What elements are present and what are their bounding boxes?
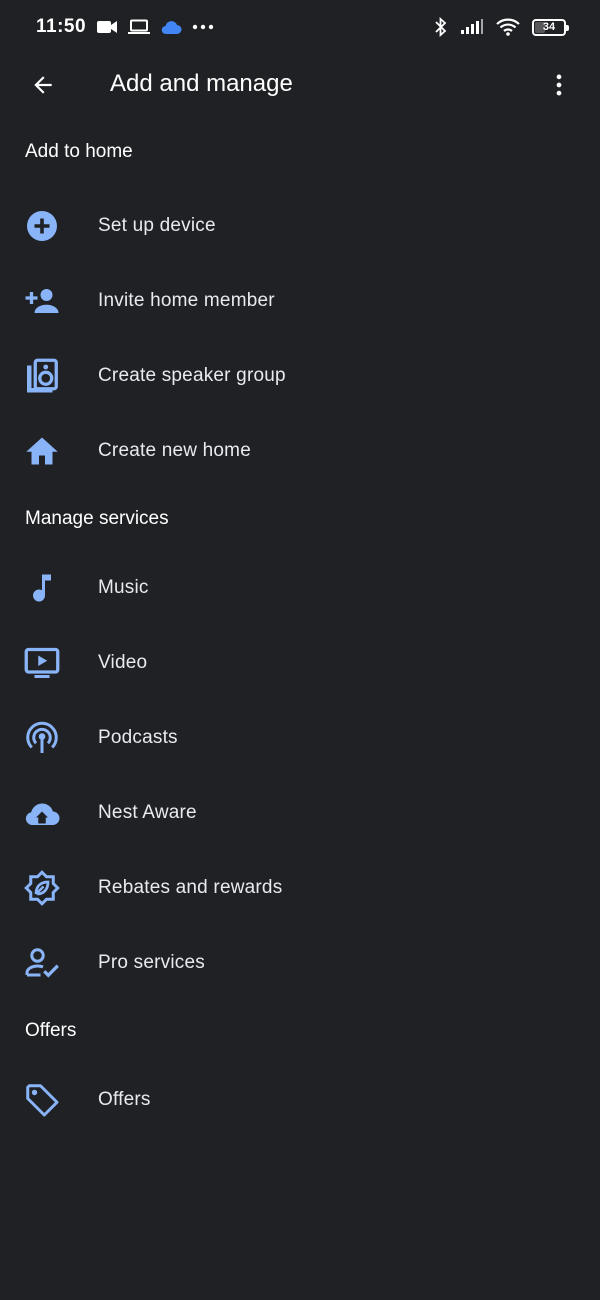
- podcast-icon: [0, 720, 98, 756]
- list-item-set-up-device[interactable]: Set up device: [0, 188, 600, 263]
- section-header-add-to-home: Add to home: [25, 141, 133, 162]
- list-item-label: Pro services: [98, 951, 205, 973]
- list-item-podcasts[interactable]: Podcasts: [0, 700, 600, 775]
- list-item-rebates-and-rewards[interactable]: Rebates and rewards: [0, 850, 600, 925]
- status-bar-right: 34: [422, 17, 569, 37]
- page-title: Add and manage: [110, 70, 293, 97]
- add-circle-icon: [0, 208, 98, 244]
- list-item-offers[interactable]: Offers: [0, 1062, 600, 1137]
- status-bar-left: 11:50: [36, 16, 224, 38]
- signal-icon: [460, 19, 484, 35]
- bluetooth-icon: [434, 17, 448, 37]
- battery-level: 34: [542, 21, 556, 33]
- list-item-label: Rebates and rewards: [98, 876, 283, 898]
- list-item-label: Offers: [98, 1088, 151, 1110]
- person-check-icon: [0, 945, 98, 981]
- section-header-manage-services: Manage services: [25, 508, 169, 529]
- more-dots-icon: [192, 24, 214, 30]
- more-options-button[interactable]: [538, 64, 580, 106]
- list-item-label: Nest Aware: [98, 801, 197, 823]
- wifi-icon: [496, 18, 520, 36]
- list-item-video[interactable]: Video: [0, 625, 600, 700]
- status-time: 11:50: [36, 16, 87, 37]
- list-item-label: Create speaker group: [98, 364, 286, 386]
- video-play-icon: [0, 645, 98, 681]
- tag-icon: [0, 1082, 98, 1118]
- list-item-nest-aware[interactable]: Nest Aware: [0, 775, 600, 850]
- main-content: Add to home Set up device Invite home me…: [0, 116, 600, 1137]
- section-header-offers: Offers: [25, 1020, 77, 1041]
- list-item-label: Set up device: [98, 214, 216, 236]
- video-camera-icon: [96, 19, 118, 35]
- arrow-back-icon: [34, 76, 52, 94]
- eco-badge-icon: [0, 869, 98, 906]
- list-item-label: Create new home: [98, 439, 251, 461]
- cloud-home-icon: [0, 795, 98, 831]
- list-item-create-speaker-group[interactable]: Create speaker group: [0, 338, 600, 413]
- list-item-label: Invite home member: [98, 289, 275, 311]
- list-item-music[interactable]: Music: [0, 550, 600, 625]
- back-button[interactable]: [22, 64, 64, 106]
- more-vert-icon: [556, 74, 562, 96]
- laptop-icon: [128, 19, 151, 35]
- music-note-icon: [0, 570, 98, 606]
- status-bar: 11:50 34: [0, 0, 600, 54]
- app-bar: Add and manage: [0, 54, 600, 116]
- person-add-icon: [0, 283, 98, 319]
- list-item-label: Music: [98, 576, 149, 598]
- list-item-label: Podcasts: [98, 726, 178, 748]
- list-item-label: Video: [98, 651, 148, 673]
- list-item-pro-services[interactable]: Pro services: [0, 925, 600, 1000]
- battery-indicator: 34: [532, 18, 569, 36]
- cloud-icon: [160, 19, 182, 35]
- list-item-create-new-home[interactable]: Create new home: [0, 413, 600, 488]
- speaker-icon: [0, 358, 98, 394]
- list-item-invite-home-member[interactable]: Invite home member: [0, 263, 600, 338]
- home-icon: [0, 433, 98, 469]
